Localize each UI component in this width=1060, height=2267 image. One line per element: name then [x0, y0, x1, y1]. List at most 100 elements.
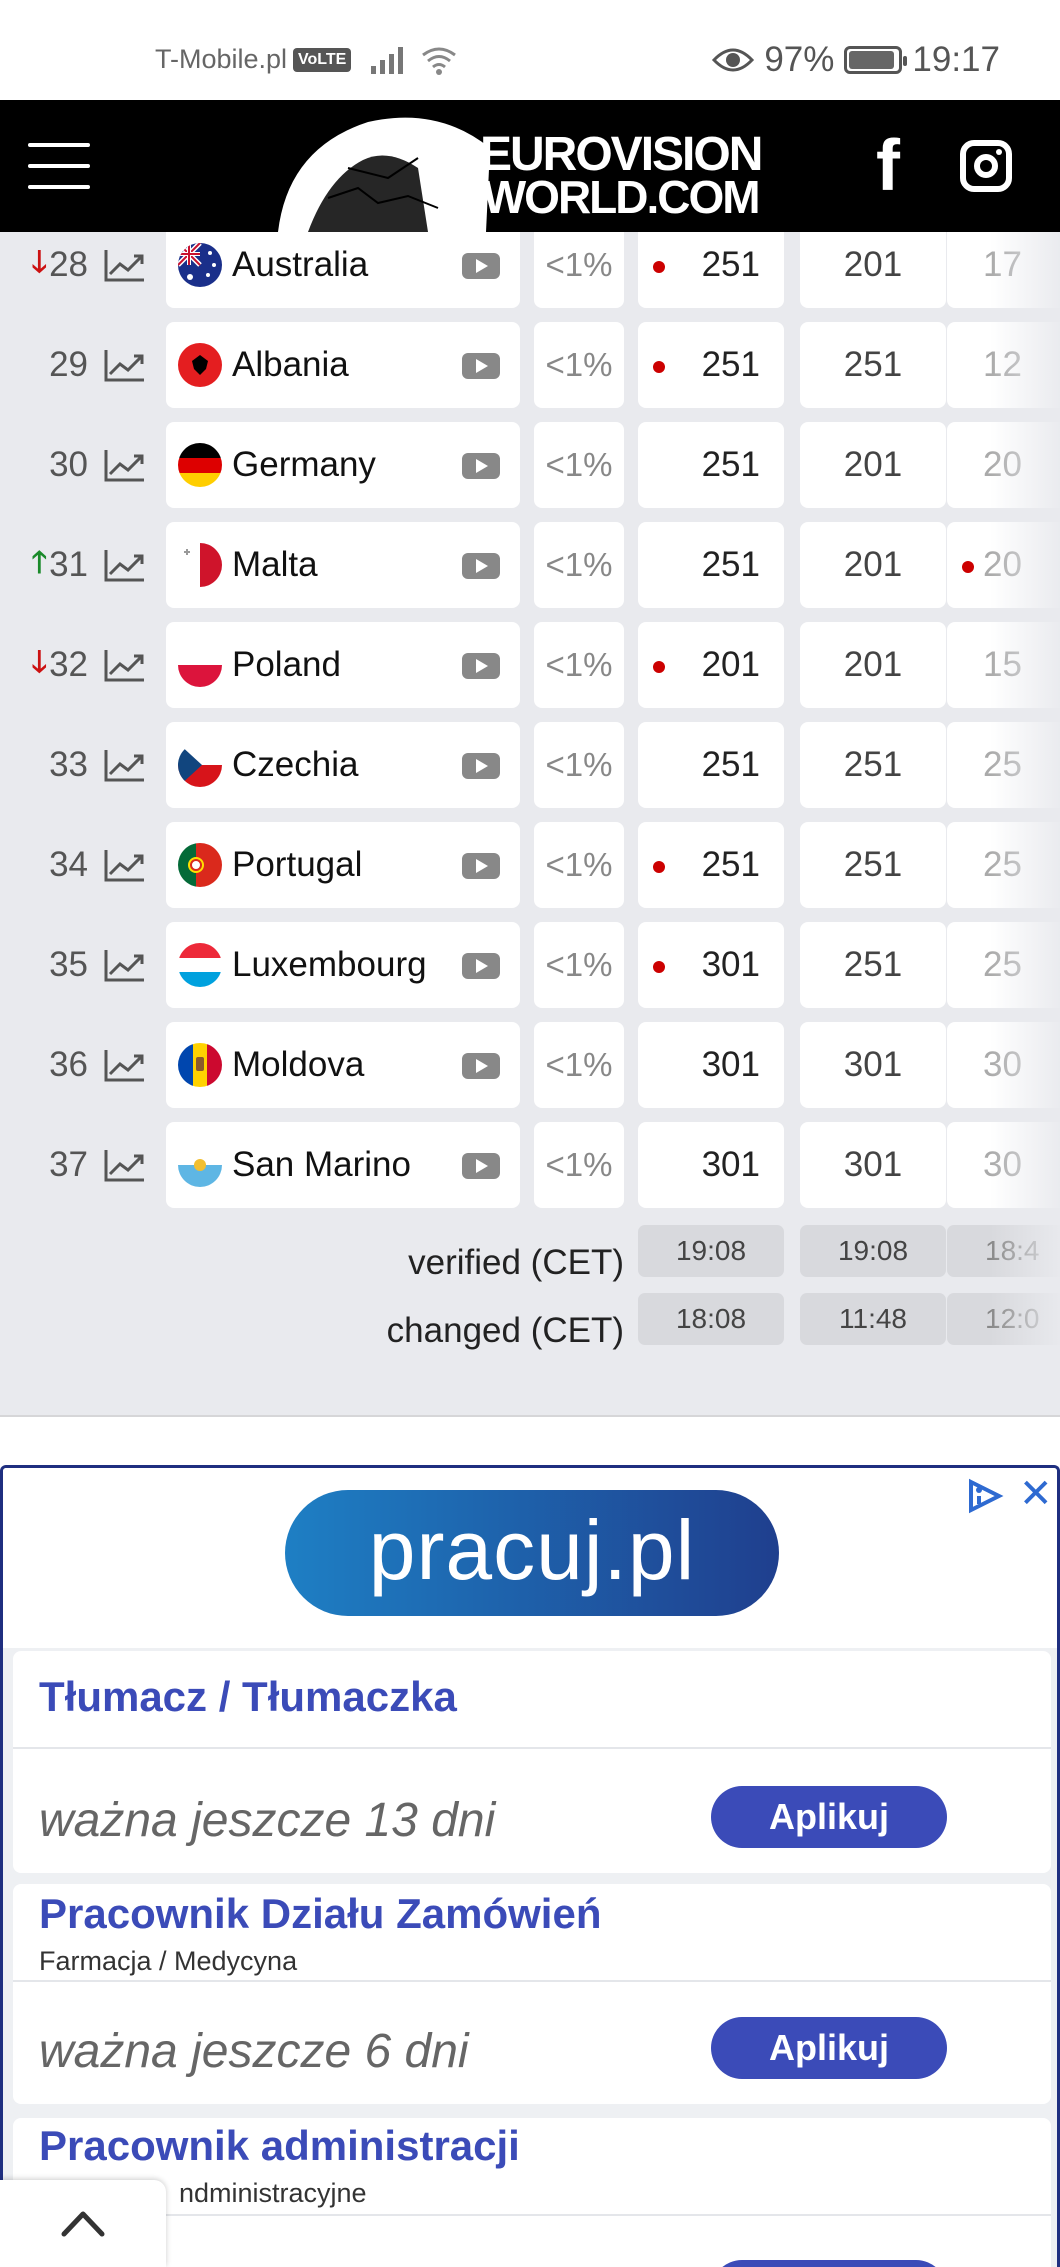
- country-name[interactable]: Malta: [232, 522, 318, 608]
- instagram-icon[interactable]: [960, 140, 1012, 192]
- odds-cell[interactable]: 201: [800, 622, 946, 708]
- hamburger-menu-icon[interactable]: [28, 143, 90, 189]
- odds-cell[interactable]: 25: [947, 822, 1060, 908]
- country-cell[interactable]: Albania: [166, 322, 520, 408]
- odds-cell[interactable]: 301: [800, 1122, 946, 1208]
- job-title[interactable]: Pracownik Działu Zamówień: [39, 1890, 601, 1938]
- country-name[interactable]: Australia: [232, 232, 368, 308]
- advertisement[interactable]: ✕ pracuj.pl Tłumacz / Tłumaczka ważna je…: [0, 1465, 1060, 2267]
- country-name[interactable]: Albania: [232, 322, 349, 408]
- country-cell[interactable]: Portugal: [166, 822, 520, 908]
- country-name[interactable]: Portugal: [232, 822, 362, 908]
- country-cell[interactable]: Moldova: [166, 1022, 520, 1108]
- odds-cell[interactable]: 251: [800, 722, 946, 808]
- odds-cell[interactable]: 30: [947, 1022, 1060, 1108]
- odds-cell[interactable]: 15: [947, 622, 1060, 708]
- pracuj-logo[interactable]: pracuj.pl: [285, 1490, 779, 1616]
- country-name[interactable]: Luxembourg: [232, 922, 427, 1008]
- table-row[interactable]: 🡓 32 Poland <1% 201 201 15: [0, 622, 1060, 708]
- odds-cell[interactable]: 251: [800, 822, 946, 908]
- odds-cell[interactable]: 20: [947, 522, 1060, 608]
- play-video-icon[interactable]: [462, 853, 500, 879]
- site-logo[interactable]: EUROVISION WORLD.COM: [268, 108, 798, 232]
- odds-cell[interactable]: 20: [947, 422, 1060, 508]
- trend-chart-icon[interactable]: [104, 648, 146, 682]
- odds-cell[interactable]: 30: [947, 1122, 1060, 1208]
- trend-chart-icon[interactable]: [104, 1148, 146, 1182]
- trend-chart-icon[interactable]: [104, 748, 146, 782]
- odds-cell[interactable]: 251: [638, 422, 784, 508]
- apply-button[interactable]: Aplikuj: [711, 2017, 947, 2079]
- odds-cell[interactable]: 301: [800, 1022, 946, 1108]
- country-name[interactable]: Moldova: [232, 1022, 364, 1108]
- odds-cell[interactable]: 25: [947, 722, 1060, 808]
- table-row[interactable]: 33 Czechia <1% 251 251 25: [0, 722, 1060, 808]
- play-video-icon[interactable]: [462, 553, 500, 579]
- play-video-icon[interactable]: [462, 253, 500, 279]
- odds-cell[interactable]: 301: [638, 1122, 784, 1208]
- play-video-icon[interactable]: [462, 353, 500, 379]
- play-video-icon[interactable]: [462, 953, 500, 979]
- table-row[interactable]: 🡓 28 Australia <1% 251 201 17: [0, 232, 1060, 308]
- play-video-icon[interactable]: [462, 1053, 500, 1079]
- country-name[interactable]: Germany: [232, 422, 376, 508]
- odds-cell[interactable]: 251: [638, 232, 784, 308]
- country-name[interactable]: Czechia: [232, 722, 358, 808]
- table-row[interactable]: 37 San Marino <1% 301 301 30: [0, 1122, 1060, 1208]
- table-row[interactable]: 29 Albania <1% 251 251 12: [0, 322, 1060, 408]
- trend-chart-icon[interactable]: [104, 948, 146, 982]
- odds-cell[interactable]: 251: [638, 822, 784, 908]
- close-icon[interactable]: ✕: [1019, 1474, 1053, 1514]
- play-video-icon[interactable]: [462, 653, 500, 679]
- table-row[interactable]: 30 Germany <1% 251 201 20: [0, 422, 1060, 508]
- scroll-to-top-button[interactable]: [0, 2180, 166, 2267]
- odds-cell[interactable]: 201: [638, 622, 784, 708]
- job-card[interactable]: Pracownik administracji ndministracyjne: [13, 2118, 1051, 2267]
- job-title[interactable]: Pracownik administracji: [39, 2122, 520, 2170]
- country-cell[interactable]: Australia: [166, 232, 520, 308]
- odds-cell[interactable]: 251: [638, 722, 784, 808]
- trend-chart-icon[interactable]: [104, 448, 146, 482]
- odds-cell[interactable]: 251: [800, 922, 946, 1008]
- odds-cell[interactable]: 251: [800, 322, 946, 408]
- country-cell[interactable]: Luxembourg: [166, 922, 520, 1008]
- country-cell[interactable]: San Marino: [166, 1122, 520, 1208]
- country-name[interactable]: Poland: [232, 622, 341, 708]
- play-video-icon[interactable]: [462, 1153, 500, 1179]
- job-card[interactable]: Pracownik Działu Zamówień Farmacja / Med…: [13, 1884, 1051, 2104]
- odds-cell[interactable]: 301: [638, 1022, 784, 1108]
- country-cell[interactable]: Malta: [166, 522, 520, 608]
- odds-cell[interactable]: 301: [638, 922, 784, 1008]
- country-cell[interactable]: Czechia: [166, 722, 520, 808]
- odds-cell[interactable]: 25: [947, 922, 1060, 1008]
- changed-label: changed (CET): [386, 1311, 624, 1350]
- odds-cell[interactable]: 201: [800, 232, 946, 308]
- table-row[interactable]: 🡑 31 Malta <1% 251 201 20: [0, 522, 1060, 608]
- apply-button[interactable]: Aplikuj: [711, 1786, 947, 1848]
- country-cell[interactable]: Germany: [166, 422, 520, 508]
- odds-cell[interactable]: 251: [638, 322, 784, 408]
- job-card[interactable]: Tłumacz / Tłumaczka ważna jeszcze 13 dni…: [13, 1651, 1051, 1873]
- trend-chart-icon[interactable]: [104, 248, 146, 282]
- change-dot-icon: [653, 961, 665, 973]
- play-video-icon[interactable]: [462, 753, 500, 779]
- apply-button[interactable]: [711, 2260, 947, 2267]
- facebook-icon[interactable]: f: [876, 130, 900, 202]
- odds-cell[interactable]: 12: [947, 322, 1060, 408]
- country-cell[interactable]: Poland: [166, 622, 520, 708]
- trend-chart-icon[interactable]: [104, 348, 146, 382]
- table-row[interactable]: 34 Portugal <1% 251 251 25: [0, 822, 1060, 908]
- trend-chart-icon[interactable]: [104, 1048, 146, 1082]
- odds-cell[interactable]: 201: [800, 422, 946, 508]
- play-video-icon[interactable]: [462, 453, 500, 479]
- table-row[interactable]: 36 Moldova <1% 301 301 30: [0, 1022, 1060, 1108]
- odds-cell[interactable]: 17: [947, 232, 1060, 308]
- job-title[interactable]: Tłumacz / Tłumaczka: [39, 1673, 457, 1721]
- trend-chart-icon[interactable]: [104, 848, 146, 882]
- adchoices-icon[interactable]: [965, 1478, 1005, 1514]
- odds-cell[interactable]: 201: [800, 522, 946, 608]
- trend-chart-icon[interactable]: [104, 548, 146, 582]
- table-row[interactable]: 35 Luxembourg <1% 301 251 25: [0, 922, 1060, 1008]
- country-name[interactable]: San Marino: [232, 1122, 411, 1208]
- odds-cell[interactable]: 251: [638, 522, 784, 608]
